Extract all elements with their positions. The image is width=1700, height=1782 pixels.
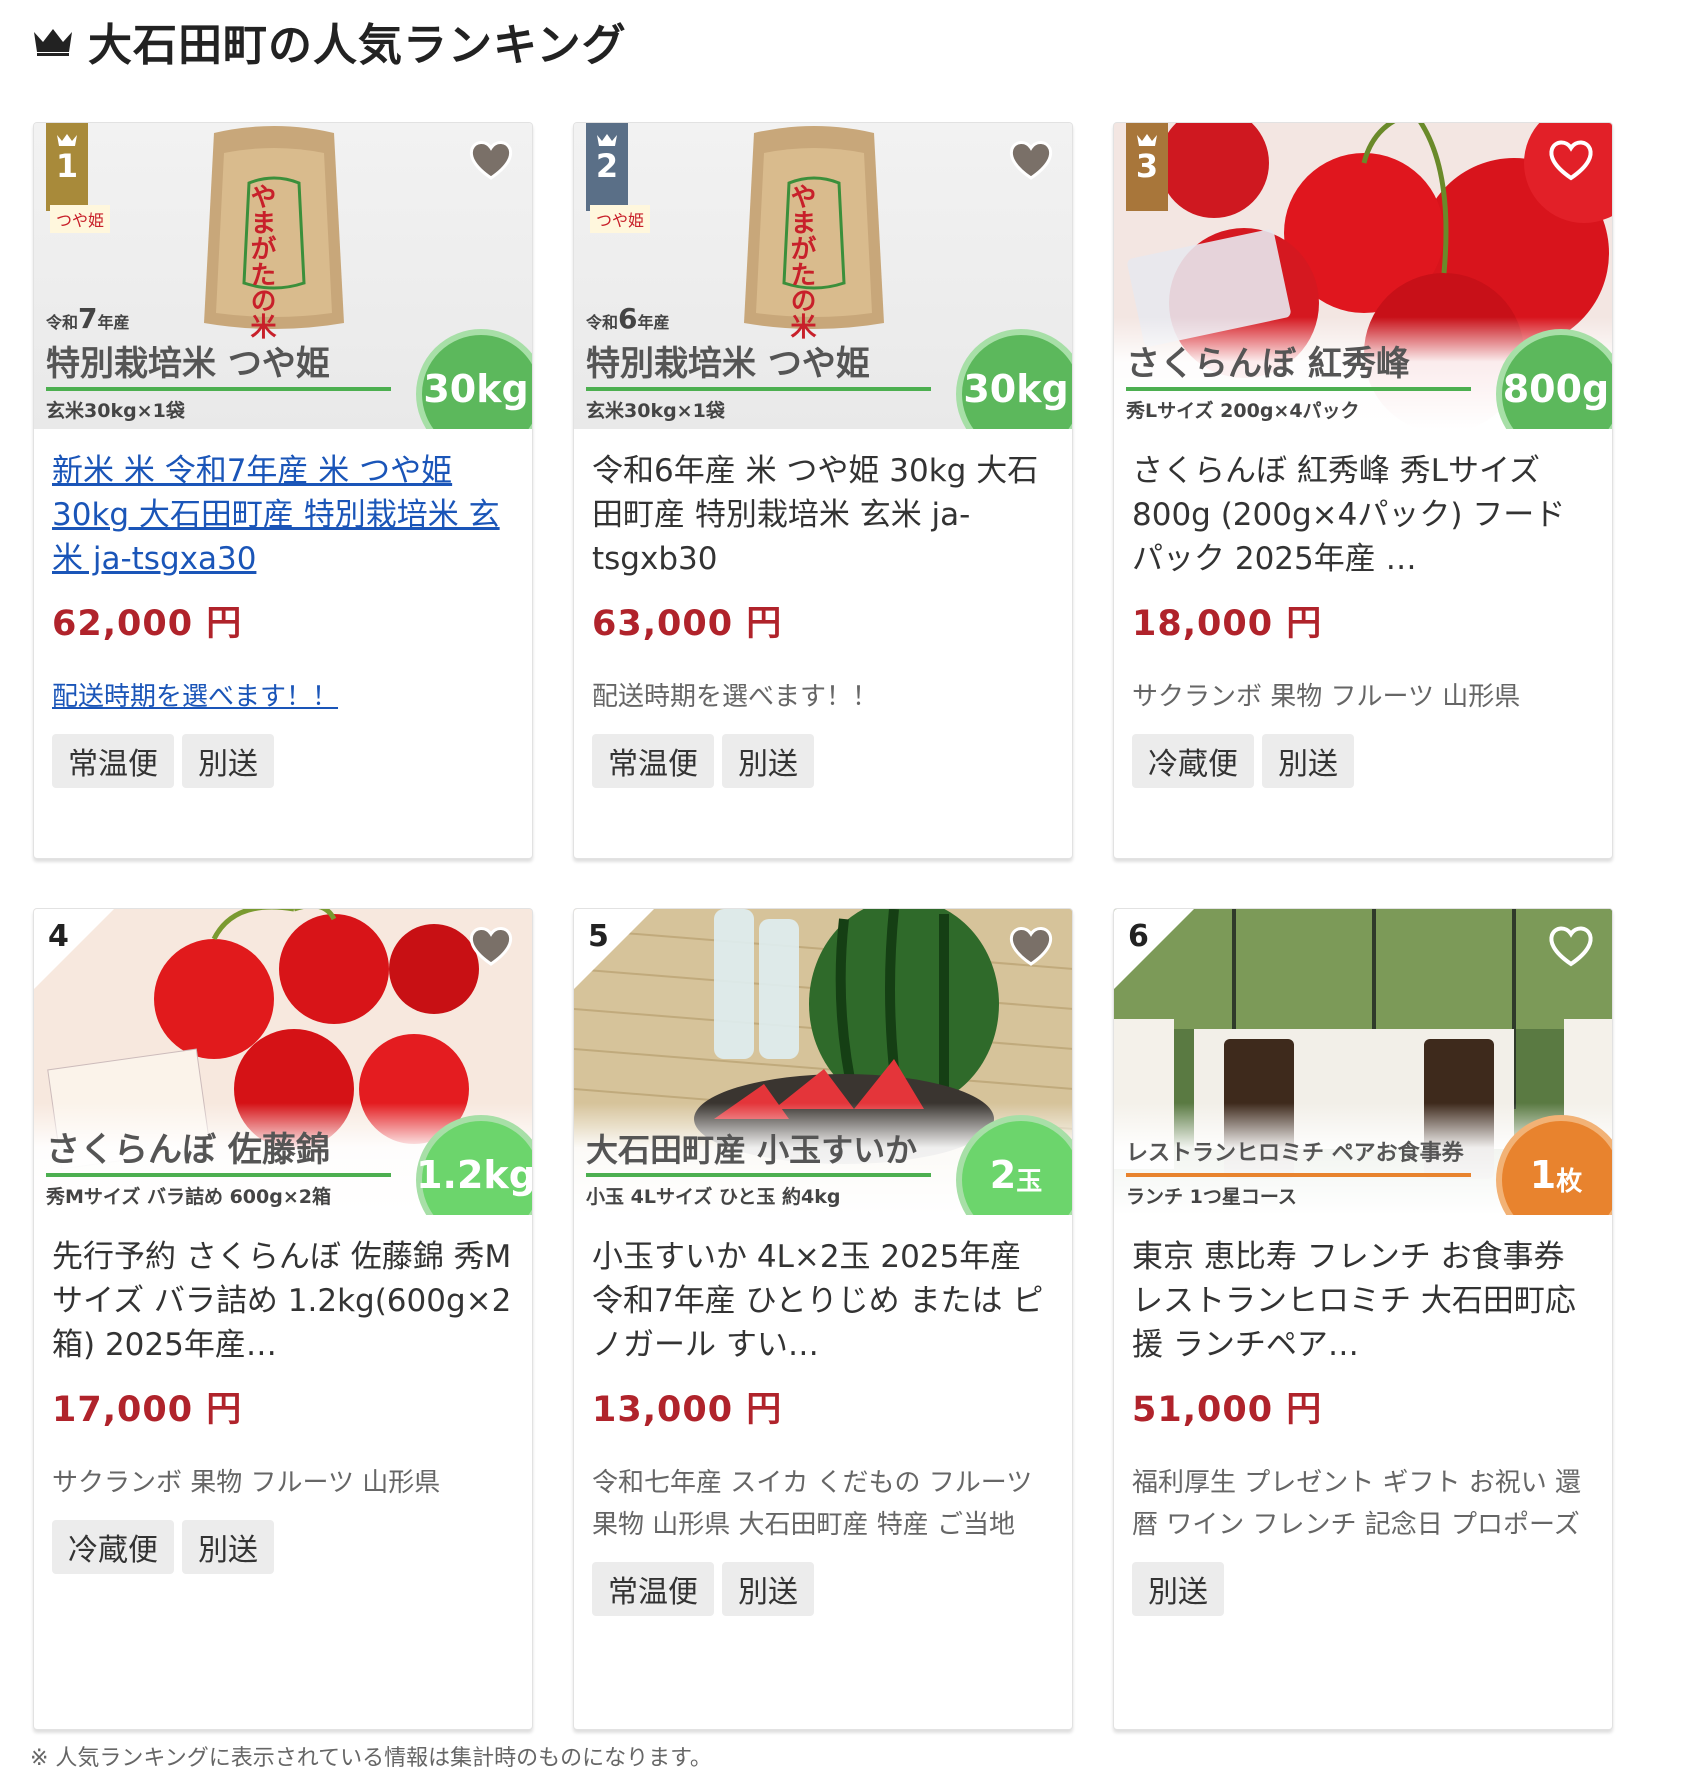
product-image[interactable]: 6 レストランヒロミチ ペアお食事券 ランチ 1つ星コース 1枚: [1114, 909, 1612, 1215]
overlay-underline: [46, 387, 391, 391]
rank-number: 1: [55, 147, 79, 185]
shipping-tag: 別送: [722, 1562, 814, 1616]
rank-number: 3: [1135, 147, 1159, 185]
rank-badge-gold: 1: [46, 123, 88, 211]
overlay-subtitle: ランチ 1つ星コース: [1126, 1186, 1297, 1208]
shipping-tag: 別送: [182, 1520, 274, 1574]
amount-circle: 30kg: [956, 329, 1072, 429]
product-title[interactable]: 先行予約 さくらんぼ 佐藤錦 秀Mサイズ バラ詰め 1.2kg(600g×2箱)…: [52, 1235, 514, 1367]
crown-icon: [57, 134, 77, 146]
shipping-tag: 冷蔵便: [52, 1520, 174, 1574]
bag-label: やまがたの米: [786, 183, 816, 339]
product-tagline-link[interactable]: 配送時期を選べます！！: [52, 676, 514, 718]
overlay-underline: [1126, 1173, 1471, 1177]
product-price: 18,000 円: [1132, 604, 1323, 644]
harvest-year: 令和6年産: [586, 302, 670, 335]
overlay-underline: [586, 387, 931, 391]
amount-circle: 30kg: [416, 329, 532, 429]
product-price: 13,000 円: [592, 1390, 783, 1430]
product-title-link[interactable]: 新米 米 令和7年産 米 つや姫 30kg 大石田町産 特別栽培米 玄米 ja-…: [52, 449, 514, 581]
product-title[interactable]: 東京 恵比寿 フレンチ お食事券 レストランヒロミチ 大石田町応援 ランチペア…: [1132, 1235, 1594, 1367]
favorite-heart-icon[interactable]: [468, 139, 514, 181]
ranking-footnote: ※ 人気ランキングに表示されている情報は集計時のものになります。: [30, 1746, 712, 1771]
product-tagline: サクランボ 果物 フルーツ 山形県: [1132, 682, 1521, 712]
product-tagline: 令和七年産 スイカ くだもの フルーツ 果物 山形県 大石田町産 特産 ご当地: [592, 1468, 1033, 1540]
shipping-tag: 別送: [182, 734, 274, 788]
shipping-tag: 常温便: [52, 734, 174, 788]
product-card-6[interactable]: 6 レストランヒロミチ ペアお食事券 ランチ 1つ星コース 1枚 東京 恵比寿 …: [1113, 908, 1613, 1730]
product-card-5[interactable]: 5 大石田町産 小玉すいか 小玉 4Lサイズ ひと玉 約4kg 2玉 小玉すいか…: [573, 908, 1073, 1730]
rank-corner: [34, 909, 114, 989]
favorite-heart-icon[interactable]: [1548, 925, 1594, 967]
shipping-tag: 別送: [722, 734, 814, 788]
shipping-tag: 常温便: [592, 734, 714, 788]
rank-corner: [1114, 909, 1194, 989]
overlay-title: さくらんぼ 紅秀峰: [1126, 344, 1410, 384]
shipping-tags: 常温便 別送: [592, 734, 1054, 788]
shipping-tag: 冷蔵便: [1132, 734, 1254, 788]
product-card-2[interactable]: やまがたの米 2 つや姫 令和6年産 特別栽培米 つや姫 玄米30kg×1袋 3…: [573, 122, 1073, 859]
overlay-subtitle: 秀Mサイズ バラ詰め 600g×2箱: [46, 1186, 331, 1208]
product-tagline: 配送時期を選べます！！: [592, 682, 879, 712]
rank-number: 4: [48, 919, 69, 954]
brand-label: つや姫: [590, 205, 651, 233]
page-title: 大石田町の人気ランキング: [88, 20, 627, 71]
product-image[interactable]: やまがたの米 2 つや姫 令和6年産 特別栽培米 つや姫 玄米30kg×1袋 3…: [574, 123, 1072, 429]
crown-icon: [34, 29, 72, 56]
product-image[interactable]: 5 大石田町産 小玉すいか 小玉 4Lサイズ ひと玉 約4kg 2玉: [574, 909, 1072, 1215]
rank-number: 5: [588, 919, 609, 954]
overlay-subtitle: 秀Lサイズ 200g×4パック: [1126, 400, 1360, 422]
section-heading: 大石田町の人気ランキング: [32, 12, 627, 71]
product-image[interactable]: やまがたの米 1 つや姫 令和7年産 特別栽培米 つや姫 玄米30kg×1袋 3…: [34, 123, 532, 429]
favorite-heart-icon[interactable]: [1008, 139, 1054, 181]
overlay-underline: [46, 1173, 391, 1177]
crown-icon: [1137, 134, 1157, 146]
rank-badge-silver: 2: [586, 123, 628, 211]
product-price: 63,000 円: [592, 604, 783, 644]
crown-icon: [597, 134, 617, 146]
shipping-tag: 別送: [1132, 1562, 1224, 1616]
favorite-heart-icon[interactable]: [1548, 139, 1594, 181]
brand-label: つや姫: [50, 205, 111, 233]
shipping-tags: 常温便 別送: [52, 734, 514, 788]
product-price: 51,000 円: [1132, 1390, 1323, 1430]
shipping-tag: 別送: [1262, 734, 1354, 788]
product-price: 62,000 円: [52, 604, 243, 644]
product-card-4[interactable]: 4 さくらんぼ 佐藤錦 秀Mサイズ バラ詰め 600g×2箱 1.2kg 先行予…: [33, 908, 533, 1730]
overlay-title: レストランヒロミチ ペアお食事券: [1126, 1141, 1464, 1166]
product-image[interactable]: 4 さくらんぼ 佐藤錦 秀Mサイズ バラ詰め 600g×2箱 1.2kg: [34, 909, 532, 1215]
shipping-tags: 冷蔵便 別送: [52, 1520, 514, 1574]
product-title[interactable]: さくらんぼ 紅秀峰 秀Lサイズ 800g (200g×4パック) フードパック …: [1132, 449, 1594, 581]
overlay-title: さくらんぼ 佐藤錦: [46, 1130, 330, 1170]
rank-badge-bronze: 3: [1126, 123, 1168, 211]
harvest-year: 令和7年産: [46, 302, 130, 335]
product-tagline: サクランボ 果物 フルーツ 山形県: [52, 1468, 441, 1498]
overlay-subtitle: 玄米30kg×1袋: [586, 400, 725, 422]
rank-number: 6: [1128, 919, 1149, 954]
overlay-underline: [586, 1173, 931, 1177]
product-title[interactable]: 令和6年産 米 つや姫 30kg 大石田町産 特別栽培米 玄米 ja-tsgxb…: [592, 449, 1054, 581]
shipping-tags: 冷蔵便 別送: [1132, 734, 1594, 788]
shipping-tags: 別送: [1132, 1562, 1594, 1616]
overlay-subtitle: 玄米30kg×1袋: [46, 400, 185, 422]
product-title[interactable]: 小玉すいか 4L×2玉 2025年産 令和7年産 ひとりじめ または ピノガール…: [592, 1235, 1054, 1367]
favorite-heart-icon[interactable]: [1008, 925, 1054, 967]
overlay-title: 特別栽培米 つや姫: [46, 344, 330, 384]
product-image[interactable]: 3 さくらんぼ 紅秀峰 秀Lサイズ 200g×4パック 800g: [1114, 123, 1612, 429]
rank-number: 2: [595, 147, 619, 185]
product-card-3[interactable]: 3 さくらんぼ 紅秀峰 秀Lサイズ 200g×4パック 800g さくらんぼ 紅…: [1113, 122, 1613, 859]
favorite-heart-icon[interactable]: [468, 925, 514, 967]
product-price: 17,000 円: [52, 1390, 243, 1430]
overlay-subtitle: 小玉 4Lサイズ ひと玉 約4kg: [586, 1186, 841, 1208]
shipping-tag: 常温便: [592, 1562, 714, 1616]
overlay-title: 大石田町産 小玉すいか: [586, 1131, 918, 1169]
bag-label: やまがたの米: [246, 183, 276, 339]
overlay-title: 特別栽培米 つや姫: [586, 344, 870, 384]
product-tagline: 福利厚生 プレゼント ギフト お祝い 還暦 ワイン フレンチ 記念日 プロポーズ: [1132, 1468, 1582, 1540]
shipping-tags: 常温便 別送: [592, 1562, 1054, 1616]
overlay-underline: [1126, 387, 1471, 391]
rank-corner: [574, 909, 654, 989]
product-card-1[interactable]: やまがたの米 1 つや姫 令和7年産 特別栽培米 つや姫 玄米30kg×1袋 3…: [33, 122, 533, 859]
